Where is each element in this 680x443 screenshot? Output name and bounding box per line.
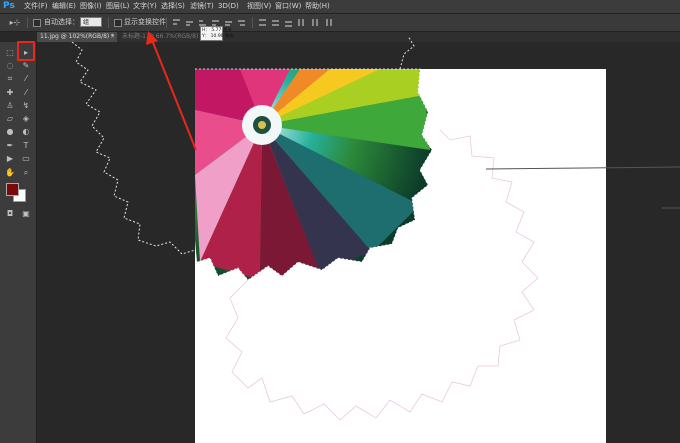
guide-line	[485, 166, 680, 170]
arrow-head	[146, 31, 158, 45]
red-annotation-arrow	[151, 39, 197, 151]
flower-image	[195, 69, 432, 280]
canvas-artwork	[71, 31, 680, 421]
marching-ants-selection	[71, 41, 196, 255]
transform-readout-tooltip: H： 5.77 厘米 Y： 10.90 厘米	[200, 26, 234, 41]
marching-ants-top	[399, 35, 415, 70]
tooltip-y-value: Y： 10.90 厘米	[202, 34, 234, 39]
